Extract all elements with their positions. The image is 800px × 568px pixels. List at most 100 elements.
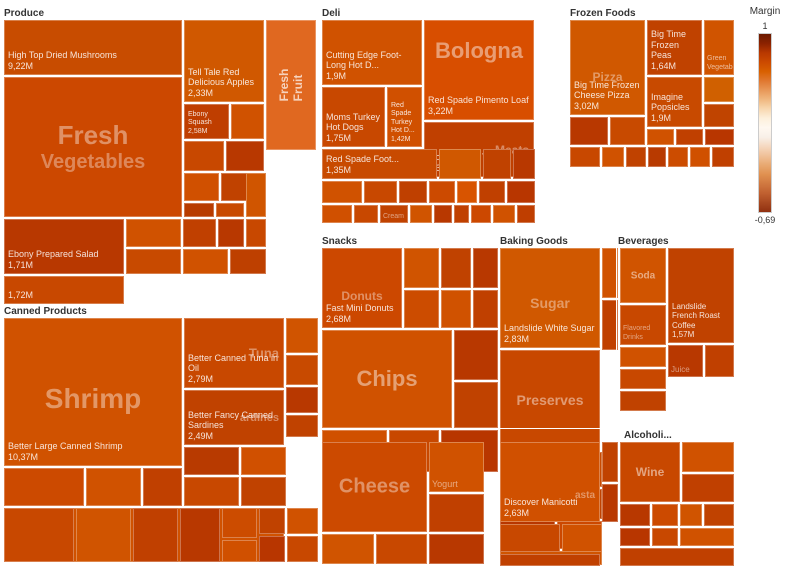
cell-dairy-sm2[interactable] — [322, 534, 374, 564]
cell-dairy-sm3[interactable] — [376, 534, 427, 564]
cell-canned-bottom9[interactable] — [4, 508, 74, 562]
cell-alc-sm5[interactable] — [680, 504, 702, 526]
cell-canned-sm4[interactable] — [286, 415, 318, 437]
cell-alc-sm2[interactable] — [682, 474, 734, 502]
cell-deli-sm12[interactable] — [354, 205, 378, 223]
cell-canned-shrimp[interactable]: Better Large Canned Shrimp10,37M Shrimp — [4, 318, 182, 466]
cell-canned-bottom4[interactable] — [184, 447, 239, 475]
cell-frozen-sm4[interactable] — [610, 117, 645, 145]
cell-snack-bot1[interactable] — [454, 330, 498, 380]
cell-cheese[interactable]: Cheese — [322, 442, 427, 532]
cell-deli-sm18[interactable] — [517, 205, 535, 223]
cell-snack-bot2[interactable] — [454, 382, 498, 428]
cell-bev-sm2[interactable] — [620, 347, 666, 367]
cell-fast-donuts[interactable]: Fast Mini Donuts2,68M Donuts — [322, 248, 402, 328]
cell-produce-sm8[interactable] — [246, 173, 266, 217]
cell-produce-sm4[interactable] — [184, 173, 219, 201]
cell-starchy-sm3[interactable] — [500, 524, 560, 552]
cell-frozen-sm3[interactable] — [570, 117, 608, 145]
cell-canned-bottom12[interactable] — [180, 508, 220, 562]
cell-snack-sm2[interactable] — [441, 248, 471, 288]
cell-deli-sm9[interactable] — [479, 181, 505, 203]
cell-canned-sm3[interactable] — [286, 387, 318, 413]
cell-frozen-pizza[interactable]: Big Time Frozen Cheese Pizza3,02M Pizza — [570, 20, 645, 115]
cell-bev-sm3[interactable] — [620, 369, 666, 389]
cell-canned-bottom15[interactable] — [259, 508, 285, 534]
cell-frozen-sm2[interactable] — [704, 104, 734, 127]
cell-produce-sm7[interactable] — [216, 203, 244, 217]
cell-produce-sm11[interactable] — [218, 219, 244, 247]
cell-frozen-sm6[interactable] — [676, 129, 703, 145]
cell-hot-dog[interactable]: Cutting Edge Foot-Long Hot D...1,9M — [322, 20, 422, 85]
cell-alc-sm6[interactable] — [704, 504, 734, 526]
cell-white-sugar[interactable]: Landslide White Sugar2,83M Sugar — [500, 248, 600, 348]
cell-deli-sm14[interactable] — [434, 205, 452, 223]
cell-deli-sm16[interactable] — [471, 205, 491, 223]
cell-produce-sm3[interactable] — [226, 141, 264, 171]
cell-soda[interactable]: Soda — [620, 248, 666, 303]
cell-turkey-hot-d[interactable]: Red Spade Turkey Hot D...1,42M — [387, 87, 422, 147]
cell-canned-bottom13[interactable] — [222, 508, 257, 538]
cell-canned-bottom5[interactable] — [241, 447, 286, 475]
cell-frozen-sm13[interactable] — [690, 147, 710, 167]
cell-starchy-sm2[interactable] — [602, 484, 618, 522]
cell-frozen-sm5[interactable] — [647, 129, 674, 145]
cell-alc-sm9[interactable] — [680, 528, 734, 546]
cell-canned-sm1[interactable] — [286, 318, 318, 353]
cell-canned-bottom6[interactable] — [184, 477, 239, 506]
cell-dairy-sm4[interactable] — [429, 534, 484, 564]
cell-produce-sm1[interactable] — [231, 104, 264, 139]
cell-canned-bottom17[interactable] — [287, 508, 318, 534]
cell-deli-sm13[interactable] — [410, 205, 432, 223]
cell-produce-sm9[interactable] — [126, 219, 181, 247]
cell-french-roast[interactable]: Landslide French Roast Coffee1,57M — [668, 248, 734, 343]
cell-deli-sm17[interactable] — [493, 205, 515, 223]
cell-alc-sm1[interactable] — [682, 442, 734, 472]
cell-canned-bottom7[interactable] — [241, 477, 286, 506]
cell-juice[interactable]: Juice — [668, 345, 703, 377]
cell-dairy-sm1[interactable] — [429, 494, 484, 532]
cell-fresh-vegetables[interactable]: Fresh Vegetables — [4, 77, 182, 217]
cell-canned-bottom11[interactable] — [133, 508, 178, 562]
cell-yogurt[interactable]: Yogurt — [429, 442, 484, 492]
cell-produce-sm2[interactable] — [184, 141, 224, 171]
cell-flavored-drinks[interactable]: FlavoredDrinks — [620, 305, 666, 345]
cell-produce-sm14[interactable] — [183, 249, 228, 274]
cell-frozen-sm9[interactable] — [602, 147, 624, 167]
cell-deli-sm3[interactable] — [513, 149, 535, 179]
cell-canned-sm2[interactable] — [286, 355, 318, 385]
cell-frozen-sm12[interactable] — [668, 147, 688, 167]
cell-fresh-fruit[interactable]: FreshFruit — [266, 20, 316, 150]
cell-alc-sm10[interactable] — [620, 548, 734, 566]
cell-canned-bottom1[interactable] — [4, 468, 84, 506]
cell-manicotti[interactable]: Discover Manicotti2,63M asta — [500, 442, 600, 522]
cell-snack-sm6[interactable] — [473, 290, 498, 328]
cell-deli-sm6[interactable] — [399, 181, 427, 203]
cell-produce-bottom[interactable]: 1,72M — [4, 276, 124, 304]
cell-produce-sm15[interactable] — [230, 249, 266, 274]
cell-frozen-sm7[interactable] — [705, 129, 734, 145]
cell-ebony-salad[interactable]: Ebony Prepared Salad1,71M — [4, 219, 124, 274]
cell-canned-bottom2[interactable] — [86, 468, 141, 506]
cell-dried-mushrooms[interactable]: High Top Dried Mushrooms9,22M — [4, 20, 182, 75]
cell-ebony-squash[interactable]: Ebony Squash2,58M — [184, 104, 229, 139]
cell-produce-sm13[interactable] — [126, 249, 181, 274]
cell-snack-sm5[interactable] — [441, 290, 471, 328]
cell-alc-sm7[interactable] — [620, 528, 650, 546]
cell-preserves[interactable]: Preserves — [500, 350, 600, 450]
cell-alc-sm8[interactable] — [652, 528, 678, 546]
cell-deli-sm15[interactable] — [454, 205, 469, 223]
cell-red-apples[interactable]: Tell Tale Red Delicious Apples2,33M — [184, 20, 264, 102]
cell-turkey-hot-dogs[interactable]: Moms Turkey Hot Dogs1,75M — [322, 87, 385, 147]
cell-deli-sm5[interactable] — [364, 181, 397, 203]
cell-deli-sm8[interactable] — [457, 181, 477, 203]
cell-canned-sardines[interactable]: Better Fancy Canned Sardines2,49M ardine… — [184, 390, 284, 445]
cell-cream-label[interactable]: Cream — [380, 205, 408, 223]
cell-bev-sm4[interactable] — [620, 391, 666, 411]
cell-starchy-sm4[interactable] — [562, 524, 602, 552]
cell-pimento-loaf[interactable]: Red Spade Pimento Loaf3,22M — [424, 20, 534, 120]
cell-deli-sm4[interactable] — [322, 181, 362, 203]
cell-frozen-sm11[interactable] — [648, 147, 666, 167]
cell-alc-sm3[interactable] — [620, 504, 650, 526]
cell-snack-sm4[interactable] — [404, 290, 439, 328]
